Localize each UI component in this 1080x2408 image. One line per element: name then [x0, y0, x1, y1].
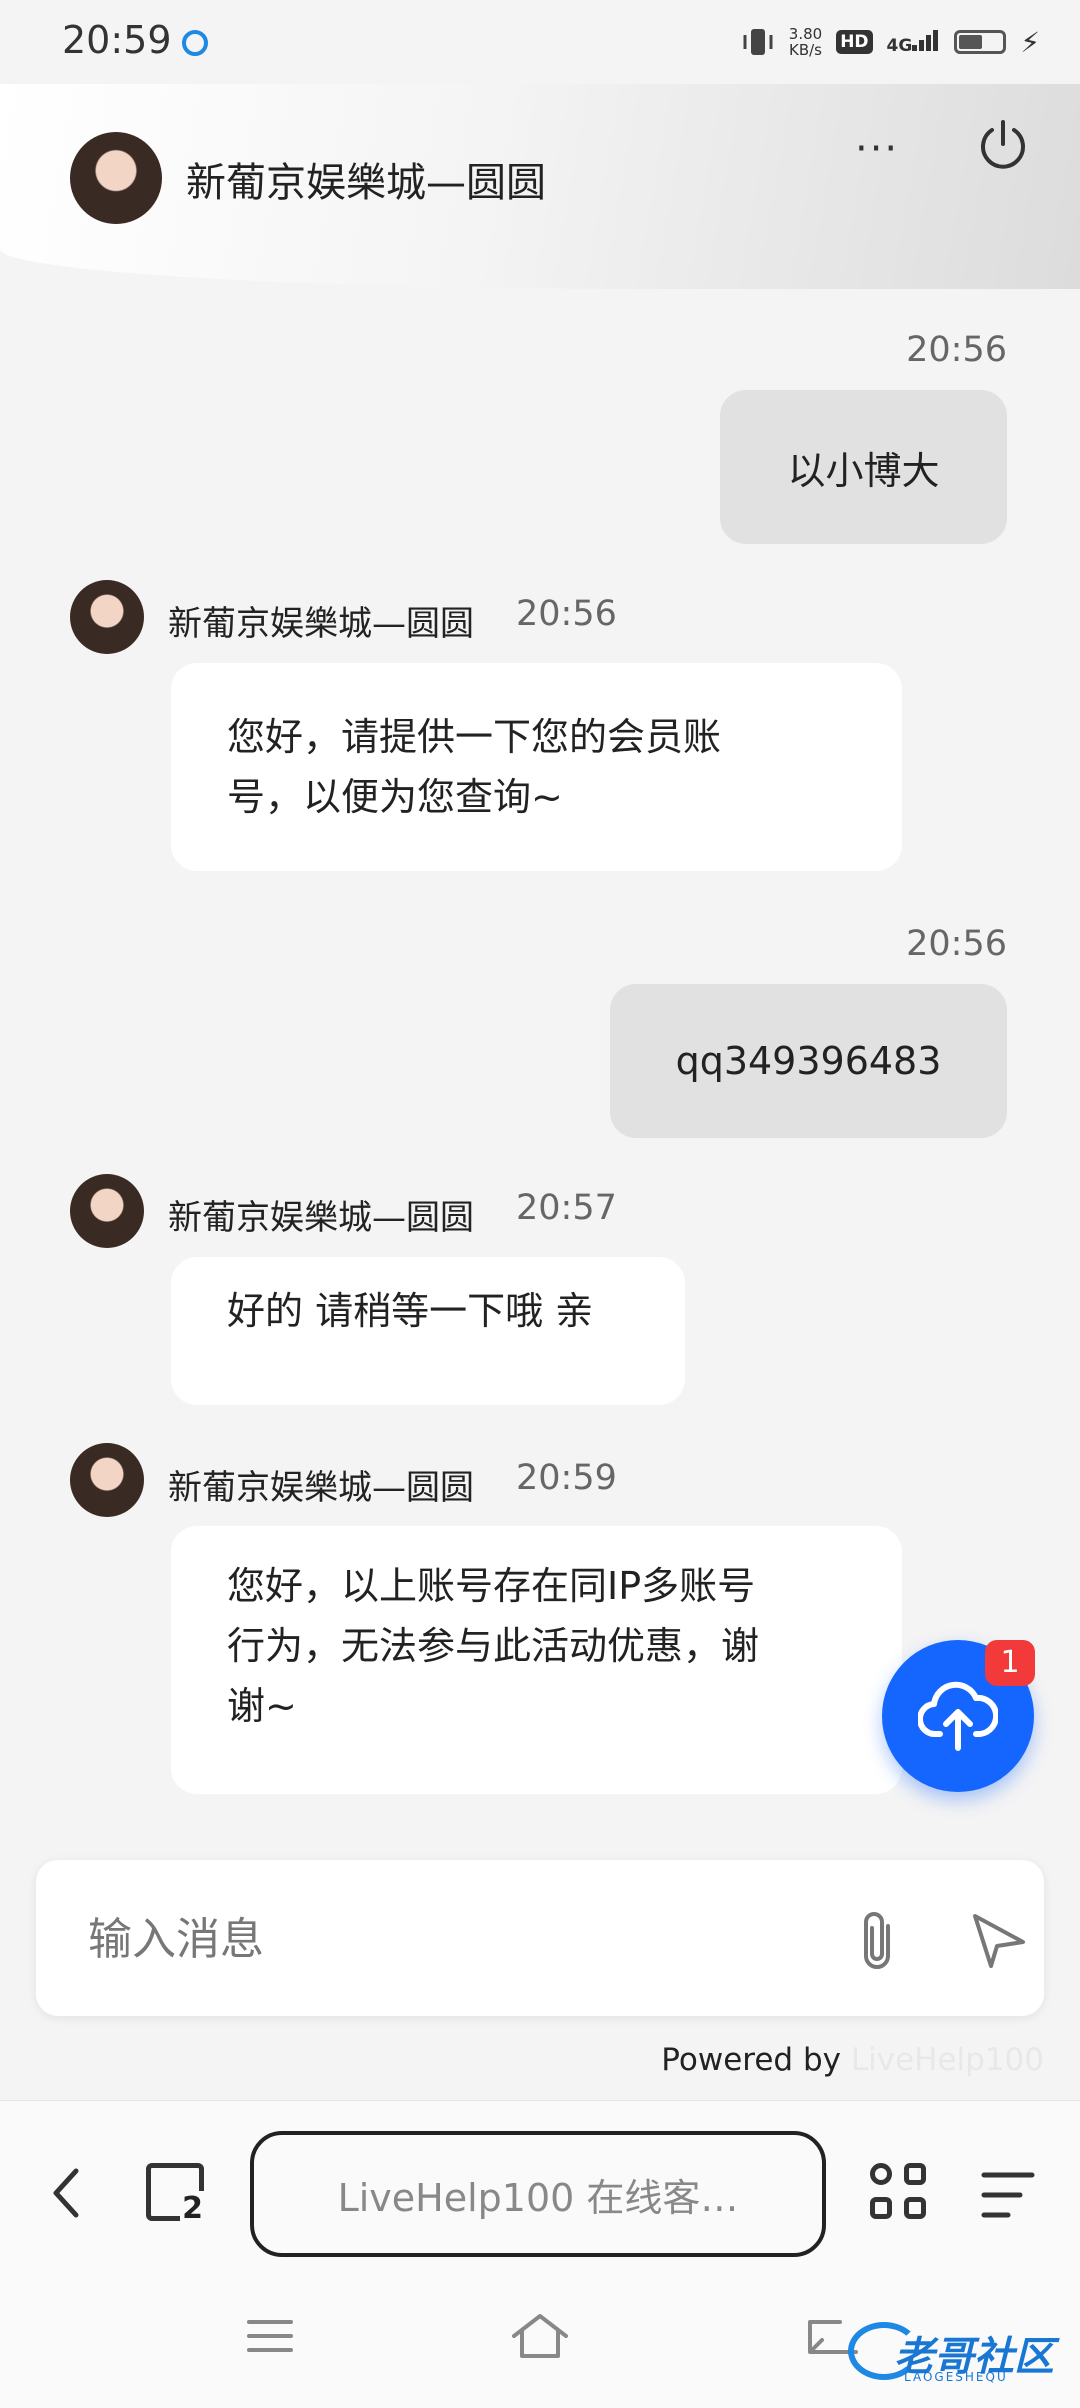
incoming-message: 您好，以上账号存在同IP多账号 行为，无法参与此活动优惠，谢 谢~ — [171, 1526, 902, 1794]
agent-avatar — [70, 1443, 144, 1517]
incoming-message: 您好，请提供一下您的会员账 号，以便为您查询~ — [171, 663, 902, 871]
menu-icon[interactable] — [980, 2171, 1036, 2221]
notification-badge: 1 — [985, 1640, 1035, 1686]
signal-icon: 4G — [887, 29, 941, 56]
browser-toolbar: 2 LiveHelp100 在线客… — [0, 2100, 1080, 2291]
vibrate-icon — [743, 29, 773, 55]
incoming-message: 好的 请稍等一下哦 亲 — [171, 1257, 685, 1405]
message-time: 20:56 — [906, 924, 1007, 964]
network-speed: 3.80 KB/s — [789, 26, 822, 58]
message-time: 20:56 — [906, 330, 1007, 370]
status-bar: 20:59 3.80 KB/s HD 4G ⚡ — [0, 0, 1080, 84]
notification-app-icon — [182, 30, 208, 56]
back-arrow-icon[interactable] — [46, 2161, 86, 2225]
cloud-upload-icon — [918, 1681, 998, 1751]
power-icon[interactable] — [975, 116, 1031, 172]
send-icon[interactable] — [971, 1912, 1027, 1968]
watermark-logo: 老哥社区 LAOGESHEQU — [838, 2310, 1068, 2390]
message-line: 好的 请稍等一下哦 亲 — [227, 1289, 594, 1333]
message-time: 20:56 — [516, 594, 617, 634]
outgoing-message: qq349396483 — [610, 984, 1007, 1138]
message-input[interactable] — [86, 1898, 790, 1980]
chat-title: 新葡京娱樂城—圆圆 — [186, 160, 546, 206]
sender-name: 新葡京娱樂城—圆圆 — [168, 1198, 474, 1238]
network-speed-unit: KB/s — [788, 41, 822, 59]
sender-name: 新葡京娱樂城—圆圆 — [168, 1468, 474, 1508]
address-bar[interactable]: LiveHelp100 在线客… — [250, 2131, 826, 2257]
battery-icon — [954, 30, 1007, 54]
outgoing-message: 以小博大 — [720, 390, 1007, 544]
attachment-icon[interactable] — [854, 1908, 900, 1974]
watermark-subtext: LAOGESHEQU — [904, 2370, 1008, 2384]
network-speed-value: 3.80 — [788, 25, 823, 43]
agent-avatar — [70, 580, 144, 654]
message-composer — [36, 1860, 1044, 2016]
recent-apps-icon[interactable] — [245, 2316, 295, 2356]
system-navigation: 老哥社区 LAOGESHEQU — [0, 2290, 1080, 2408]
tab-count: 2 — [180, 2191, 205, 2226]
chat-header: 新葡京娱樂城—圆圆 ··· — [0, 84, 1080, 289]
agent-avatar — [70, 1174, 144, 1248]
home-icon[interactable] — [508, 2310, 572, 2362]
sender-name: 新葡京娱樂城—圆圆 — [168, 604, 474, 644]
tabs-icon[interactable]: 2 — [146, 2163, 205, 2226]
hd-icon: HD — [836, 30, 873, 54]
charging-icon: ⚡ — [1020, 25, 1040, 59]
powered-by: Powered by LiveHelp100 — [661, 2042, 1044, 2078]
status-time: 20:59 — [62, 18, 172, 62]
powered-by-label: Powered by — [661, 2042, 841, 2078]
message-time: 20:57 — [516, 1188, 617, 1228]
status-indicators: 3.80 KB/s HD 4G ⚡ — [741, 22, 1040, 62]
message-line: 谢~ — [227, 1684, 297, 1728]
message-time: 20:59 — [516, 1458, 617, 1498]
more-options-icon[interactable]: ··· — [855, 126, 899, 172]
message-line: 您好，请提供一下您的会员账 — [227, 715, 722, 759]
message-line: 行为，无法参与此活动优惠，谢 — [227, 1624, 760, 1668]
message-line: 您好，以上账号存在同IP多账号 — [227, 1564, 756, 1608]
powered-by-brand[interactable]: LiveHelp100 — [851, 2042, 1044, 2078]
message-line: 号，以便为您查询~ — [227, 775, 563, 819]
agent-avatar — [70, 132, 162, 224]
network-type: 4G — [886, 35, 913, 56]
apps-grid-icon[interactable] — [870, 2163, 930, 2223]
